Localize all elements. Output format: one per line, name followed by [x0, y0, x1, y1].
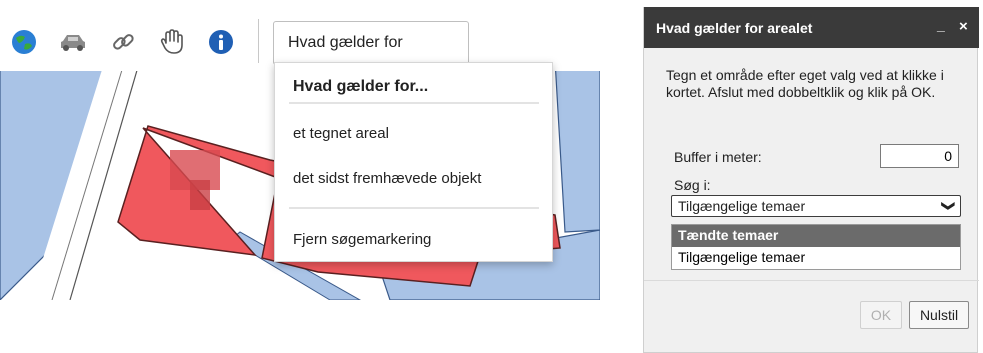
option-lit-themes[interactable]: Tændte temaer: [672, 225, 960, 247]
menu-header: Hvad gælder for...: [293, 78, 429, 95]
toolbar-separator: [258, 19, 259, 63]
reset-button[interactable]: Nulstil: [909, 301, 969, 329]
globe-icon[interactable]: [9, 27, 39, 57]
hand-icon[interactable]: [157, 27, 187, 57]
ok-button[interactable]: OK: [860, 301, 902, 329]
panel-titlebar: Hvad gælder for arealet _ ×: [644, 7, 979, 48]
buffer-input[interactable]: [880, 144, 959, 168]
close-button[interactable]: ×: [959, 18, 968, 35]
car-icon[interactable]: [58, 27, 88, 57]
screen: Hvad gælder for Hvad gælder for... et te…: [0, 0, 983, 353]
menu-divider: [289, 102, 539, 104]
search-in-select[interactable]: Tilgængelige temaer ❯: [671, 195, 961, 217]
menu-item-clear-search[interactable]: Fjern søgemarkering: [293, 231, 431, 248]
link-icon[interactable]: [108, 27, 138, 57]
panel-divider: [644, 280, 979, 281]
buffer-label: Buffer i meter:: [674, 149, 762, 165]
hvad-gaelder-for-select[interactable]: Hvad gælder for: [273, 21, 469, 65]
chevron-down-icon: ❯: [941, 200, 957, 212]
menu-item-drawn-area[interactable]: et tegnet areal: [293, 125, 389, 142]
menu-divider: [289, 207, 539, 209]
minimize-button[interactable]: _: [937, 17, 945, 33]
search-in-label: Søg i:: [674, 177, 711, 193]
instructions-text: Tegn et område efter eget valg ved at kl…: [666, 67, 944, 100]
hvad-gaelder-for-menu: Hvad gælder for... et tegnet areal det s…: [274, 62, 553, 262]
menu-item-last-highlighted[interactable]: det sidst fremhævede objekt: [293, 170, 481, 187]
area-query-panel: Hvad gælder for arealet _ × Tegn et områ…: [643, 7, 979, 353]
search-in-selected: Tilgængelige temaer: [678, 198, 806, 214]
info-icon[interactable]: [206, 27, 236, 57]
option-available-themes[interactable]: Tilgængelige temaer: [672, 247, 960, 269]
search-in-options: Tændte temaer Tilgængelige temaer: [671, 224, 961, 270]
panel-title: Hvad gælder for arealet: [656, 20, 813, 36]
